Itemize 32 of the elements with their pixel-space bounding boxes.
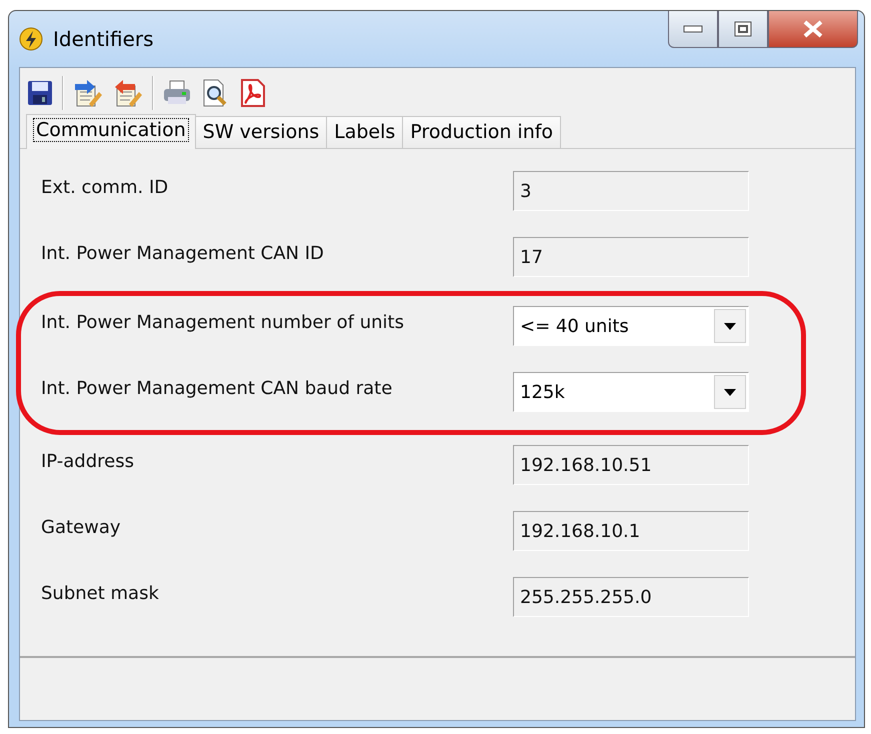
close-icon [802,20,824,38]
dropdown[interactable]: <= 40 units [513,306,749,346]
field-label: Int. Power Management number of units [41,311,405,333]
save-icon[interactable] [26,79,54,107]
dropdown-arrow-icon[interactable] [724,388,736,396]
field-label: Int. Power Management CAN ID [41,242,325,264]
input-field[interactable]: 255.255.255.0 [513,577,749,617]
minimize-icon [683,25,703,33]
tab[interactable]: Production info [402,116,562,148]
field-label: Gateway [41,516,122,538]
input-field[interactable]: 192.168.10.1 [513,511,749,551]
field-label: IP-address [41,450,135,472]
maximize-icon [734,21,752,37]
tab[interactable]: SW versions [194,116,328,148]
input-field[interactable]: 3 [513,171,749,211]
close-button[interactable] [768,11,858,48]
pdf-icon[interactable] [238,78,268,108]
window-title: Identifiers [53,27,154,51]
lightning-bolt-icon [19,27,43,51]
tab[interactable]: Communication [26,114,196,149]
field-label: Ext. comm. ID [41,176,170,198]
dropdown-arrow-icon[interactable] [724,322,736,330]
field-label: Int. Power Management CAN baud rate [41,377,394,399]
printer-icon[interactable] [162,79,192,107]
maximize-button[interactable] [718,11,768,48]
dropdown[interactable]: 125k [513,372,749,412]
tab[interactable]: Labels [326,116,404,148]
minimize-button[interactable] [668,11,718,48]
field-label: Subnet mask [41,582,160,604]
notepad-arrow-icon[interactable] [72,78,104,108]
input-field[interactable]: 192.168.10.51 [513,445,749,485]
input-field[interactable]: 17 [513,237,749,277]
